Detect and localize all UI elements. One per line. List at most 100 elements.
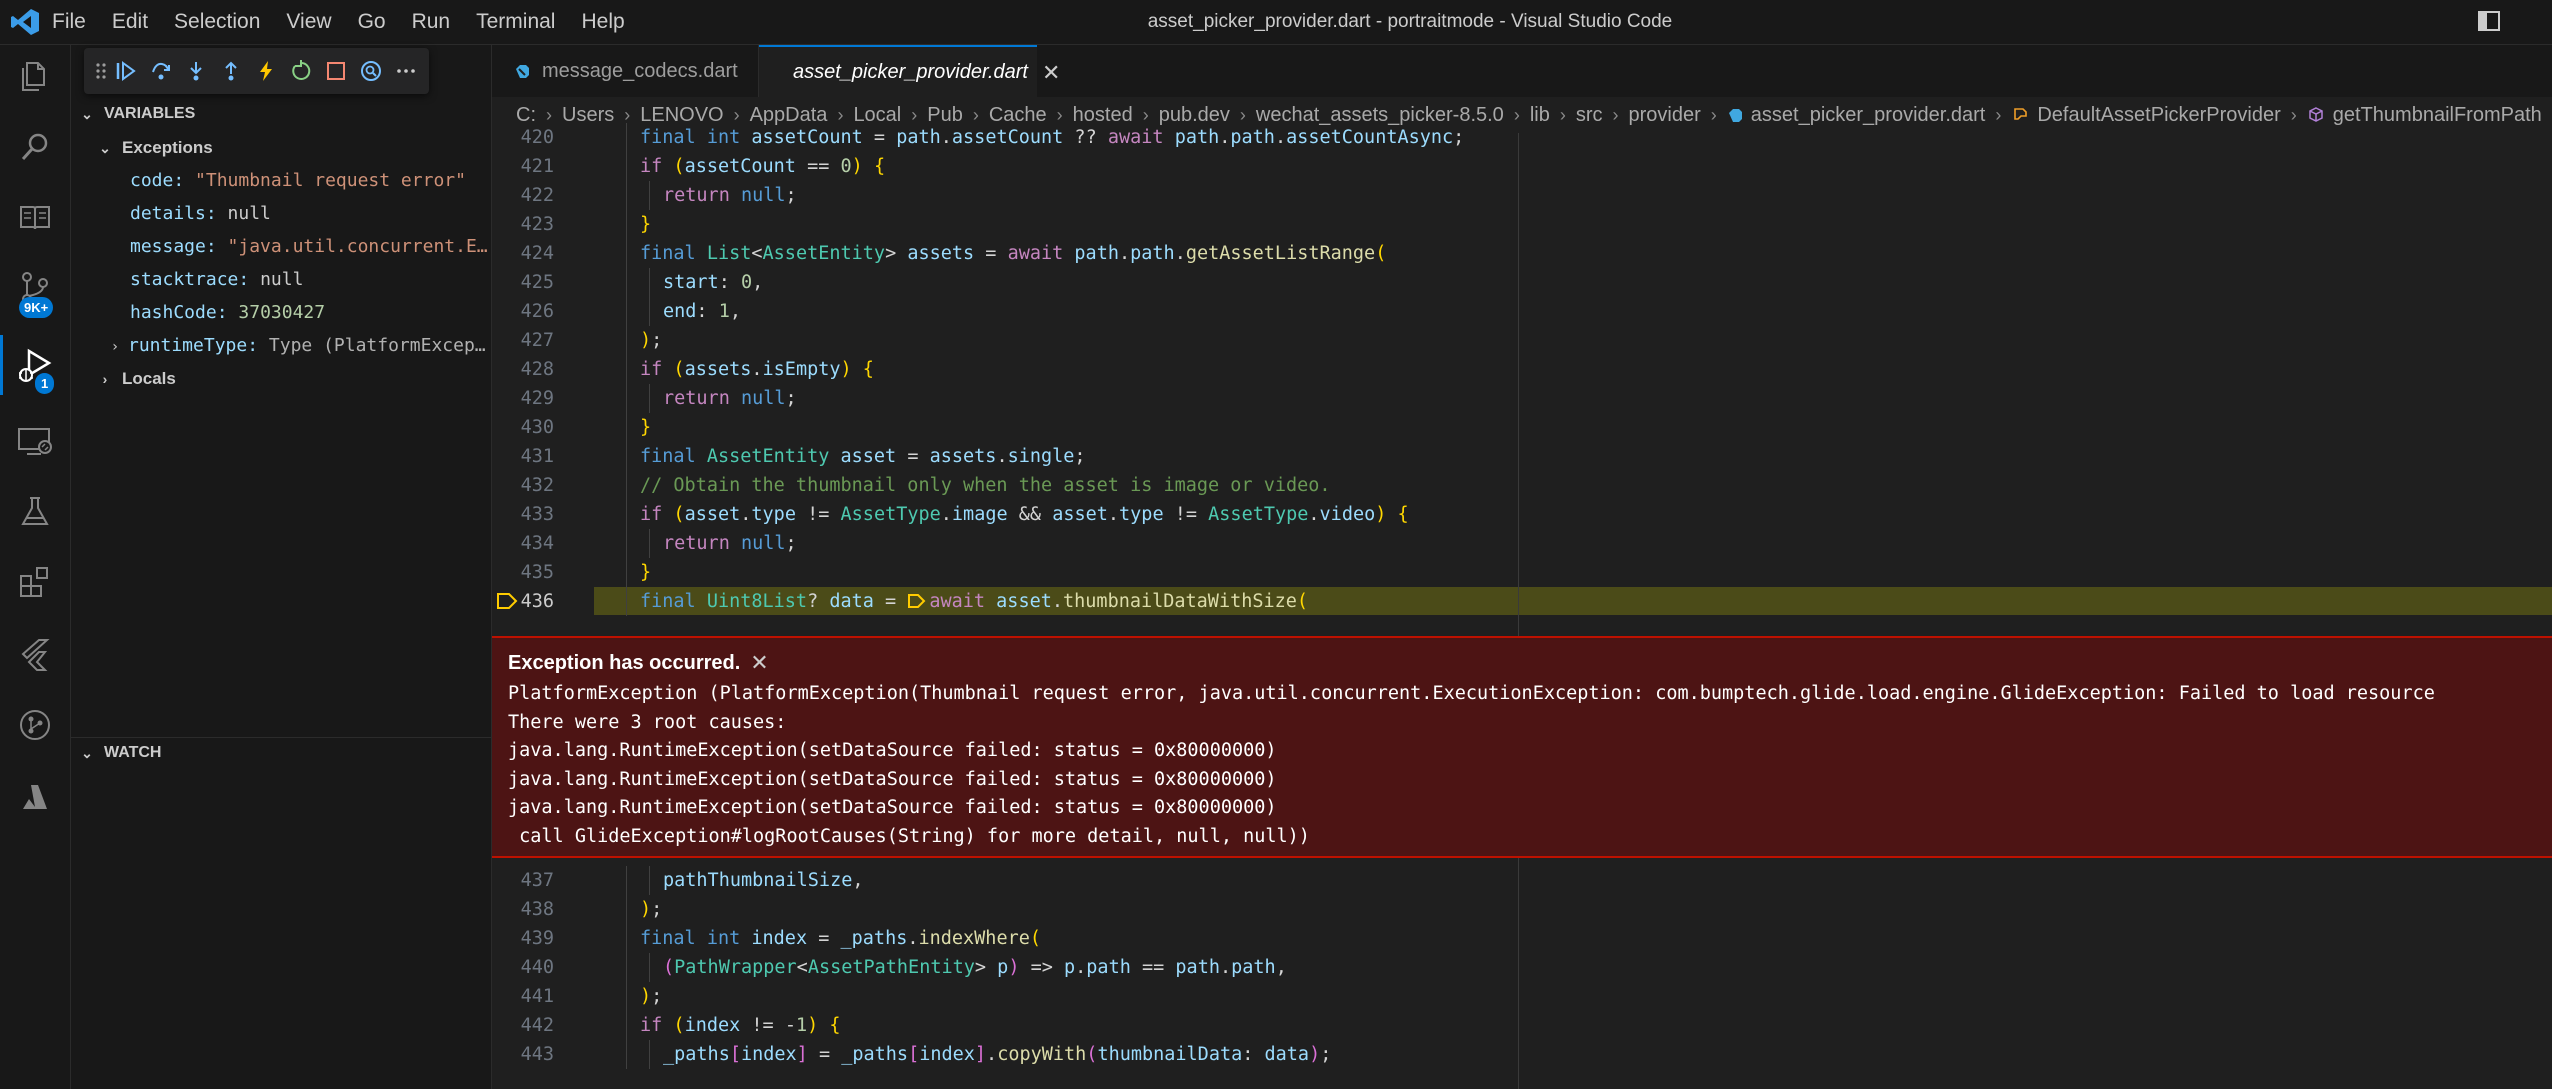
code-line[interactable]: 428 if (assets.isEmpty) {: [492, 355, 2552, 384]
variable-row[interactable]: hashCode: 37030427: [130, 296, 325, 329]
code-token: :: [1242, 1044, 1265, 1065]
code-line[interactable]: 420 final int assetCount = path.assetCoun…: [492, 123, 2552, 152]
drag-handle-icon[interactable]: [94, 61, 108, 81]
hot-reload-button[interactable]: [248, 53, 283, 89]
step-out-icon: [224, 61, 237, 81]
code-token: if: [640, 156, 674, 177]
inline-breakpoint-icon[interactable]: [907, 593, 927, 609]
class-icon: [2014, 108, 2028, 120]
variable-row[interactable]: stacktrace: null: [130, 263, 303, 296]
step-into-button[interactable]: [178, 53, 213, 89]
step-over-button[interactable]: [143, 53, 178, 89]
variable-value: 37030427: [238, 302, 326, 323]
code-token: ): [1309, 1044, 1321, 1065]
menu-run[interactable]: Run: [412, 10, 451, 34]
exceptions-scope[interactable]: ⌄ Exceptions: [96, 131, 213, 164]
tab-asset-picker-provider[interactable]: asset_picker_provider.dart ✕: [759, 45, 1060, 98]
exceptions-label: Exceptions: [122, 138, 213, 157]
git-graph-icon[interactable]: [13, 703, 57, 747]
code-token: ,: [729, 301, 741, 322]
restart-button[interactable]: [283, 53, 318, 89]
testing-flask-icon[interactable]: [13, 490, 57, 534]
code-line[interactable]: 443 _paths[index] = _paths[index].copyWit…: [492, 1040, 2552, 1069]
explorer-icon[interactable]: [13, 55, 57, 99]
variable-row[interactable]: code: "Thumbnail request error": [130, 164, 466, 197]
code-token: {: [873, 156, 886, 177]
menu-view[interactable]: View: [286, 10, 331, 34]
locals-scope[interactable]: › Locals: [96, 362, 176, 395]
code-line[interactable]: 427);: [492, 326, 2552, 355]
search-icon[interactable]: [13, 125, 57, 169]
variable-value: null: [260, 269, 304, 290]
flutter-icon[interactable]: [13, 632, 57, 676]
code-token: index: [740, 1044, 797, 1065]
variable-row[interactable]: message: "java.util.concurrent.E…: [130, 230, 488, 263]
code-line[interactable]: 434 return null;: [492, 529, 2552, 558]
menu-edit[interactable]: Edit: [112, 10, 148, 34]
code-line[interactable]: 421 if (assetCount == 0) {: [492, 152, 2552, 181]
code-line[interactable]: 429 return null;: [492, 384, 2552, 413]
azure-icon[interactable]: [13, 775, 57, 819]
code-token: .: [740, 504, 752, 525]
code-line[interactable]: 436 final Uint8List? data = await asset.t…: [492, 587, 2552, 616]
variable-row[interactable]: details: null: [130, 197, 271, 230]
code-token: assets: [907, 243, 975, 264]
code-line[interactable]: 431 final AssetEntity asset = assets.sing…: [492, 442, 2552, 471]
watch-section-header[interactable]: ⌄ WATCH: [78, 740, 161, 766]
extensions-icon[interactable]: [13, 560, 57, 604]
variables-section-header[interactable]: ⌄ VARIABLES: [78, 101, 195, 127]
code-line[interactable]: 435}: [492, 558, 2552, 587]
code-line[interactable]: 438);: [492, 895, 2552, 924]
code-line[interactable]: 432 // Obtain the thumbnail only when the…: [492, 471, 2552, 500]
book-icon[interactable]: [13, 195, 57, 239]
code-line[interactable]: 439 final int index = _paths.indexWhere(: [492, 924, 2552, 953]
code-text: return null;: [663, 181, 797, 210]
code-line[interactable]: 425 start: 0,: [492, 268, 2552, 297]
remote-explorer-icon[interactable]: [13, 419, 57, 463]
code-token: int: [706, 928, 752, 949]
code-line[interactable]: 433 if (asset.type != AssetType.image && …: [492, 500, 2552, 529]
line-number: 439: [520, 928, 554, 949]
code-line[interactable]: 422 return null;: [492, 181, 2552, 210]
close-icon[interactable]: ✕: [1042, 60, 1060, 86]
code-token: [: [729, 1044, 741, 1065]
menu-go[interactable]: Go: [358, 10, 386, 34]
close-icon[interactable]: ✕: [750, 650, 768, 676]
code-token: != -: [740, 1015, 796, 1036]
menu-file[interactable]: File: [52, 10, 86, 34]
toggle-sidebar-layout-icon[interactable]: [2478, 11, 2500, 31]
code-line[interactable]: 423}: [492, 210, 2552, 239]
menu-selection[interactable]: Selection: [174, 10, 260, 34]
variable-runtime-type[interactable]: › runtimeType: Type (PlatformExcep…: [106, 329, 486, 362]
code-line[interactable]: 437 pathThumbnailSize,: [492, 866, 2552, 895]
menu-help[interactable]: Help: [581, 10, 624, 34]
code-token: path: [1174, 127, 1220, 148]
code-token: getAssetListRange: [1185, 243, 1376, 264]
code-token: {: [1397, 504, 1409, 525]
run-debug-icon[interactable]: 1: [0, 335, 57, 395]
step-out-button[interactable]: [213, 53, 248, 89]
code-line[interactable]: 441);: [492, 982, 2552, 1011]
tab-message-codecs[interactable]: message_codecs.dart: [492, 45, 759, 97]
code-line[interactable]: 442 if (index != -1) {: [492, 1011, 2552, 1040]
stop-button[interactable]: [318, 53, 353, 89]
code-line[interactable]: 440 (PathWrapper<AssetPathEntity> p) => p…: [492, 953, 2552, 982]
more-actions-button[interactable]: [388, 53, 423, 89]
code-token: ]: [974, 1044, 987, 1065]
source-control-icon[interactable]: 9K+: [13, 267, 57, 318]
code-editor[interactable]: 420 final int assetCount = path.assetCoun…: [492, 123, 2552, 1089]
code-line[interactable]: 426 end: 1,: [492, 297, 2552, 326]
continue-button[interactable]: [108, 53, 143, 89]
code-token: asset: [684, 504, 741, 525]
menu-terminal[interactable]: Terminal: [476, 10, 555, 34]
code-text: final AssetEntity asset = assets.single;: [640, 442, 1086, 471]
code-token: copyWith: [997, 1044, 1087, 1065]
method-cube-icon: [2309, 107, 2323, 122]
open-devtools-button[interactable]: [353, 53, 388, 89]
code-line[interactable]: 430}: [492, 413, 2552, 442]
code-line[interactable]: 424 final List<AssetEntity> assets = awai…: [492, 239, 2552, 268]
code-token: return: [663, 388, 741, 409]
